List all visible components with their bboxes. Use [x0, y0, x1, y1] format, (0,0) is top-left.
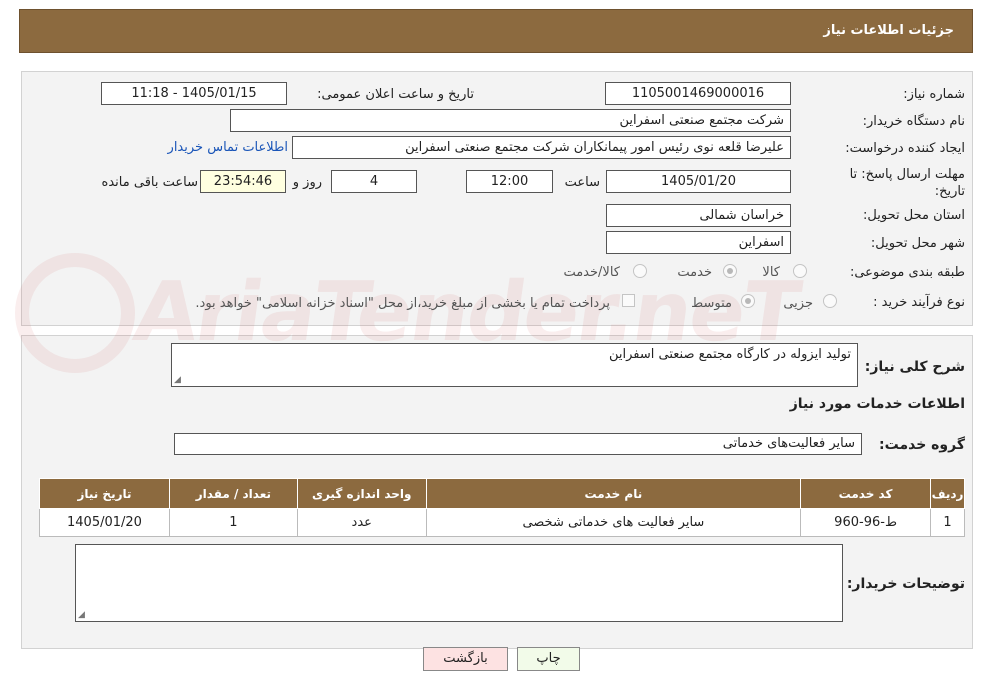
page-title: جزئیات اطلاعات نیاز: [823, 23, 954, 38]
col-row-number: ردیف: [930, 478, 965, 509]
treasury-note: پرداخت تمام یا بخشی از مبلغ خرید،از محل …: [195, 296, 610, 311]
service-group-field[interactable]: سایر فعالیت‌های خدماتی: [174, 433, 862, 455]
announce-datetime-field[interactable]: 1405/01/15 - 11:18: [101, 82, 287, 105]
buyer-notes-label: توضیحات خریدار:: [846, 576, 965, 592]
cell-service-name: سایر فعالیت های خدماتی شخصی: [425, 508, 802, 537]
resize-handle-icon[interactable]: ◢: [78, 610, 85, 620]
cell-unit: عدد: [296, 508, 427, 537]
summary-label: شرح کلی نیاز:: [864, 359, 965, 375]
buyer-notes-textarea[interactable]: ◢: [75, 544, 843, 622]
remaining-time-field: 23:54:46: [200, 170, 286, 193]
days-field[interactable]: 4: [331, 170, 417, 193]
buyer-org-label: نام دستگاه خریدار:: [862, 114, 965, 129]
table-header-row: ردیف کد خدمت نام خدمت واحد اندازه گیری ت…: [39, 478, 965, 509]
page-header: جزئیات اطلاعات نیاز: [19, 9, 973, 53]
announce-datetime-label: تاریخ و ساعت اعلان عمومی:: [317, 87, 474, 102]
city-field[interactable]: اسفراین: [606, 231, 791, 254]
need-number-field[interactable]: 1105001469000016: [605, 82, 791, 105]
province-label: استان محل تحویل:: [863, 208, 965, 223]
cell-need-date: 1405/01/20: [39, 508, 170, 537]
category-option-goods: کالا: [762, 265, 780, 280]
remaining-time-label: ساعت باقی مانده: [101, 175, 198, 190]
services-table: ردیف کد خدمت نام خدمت واحد اندازه گیری ت…: [39, 478, 965, 537]
summary-text: تولید ایزوله در کارگاه مجتمع صنعتی اسفرا…: [609, 347, 851, 362]
need-number-label: شماره نیاز:: [903, 87, 965, 102]
days-label: روز و: [292, 175, 322, 190]
province-field[interactable]: خراسان شمالی: [606, 204, 791, 227]
cell-row-number: 1: [930, 508, 965, 537]
purchase-option-medium: متوسط: [691, 296, 732, 311]
treasury-checkbox[interactable]: [622, 294, 635, 307]
requester-label: ایجاد کننده درخواست:: [845, 141, 965, 156]
category-radio-goods-service[interactable]: [633, 264, 647, 278]
purchase-radio-minor[interactable]: [823, 294, 837, 308]
summary-textarea[interactable]: تولید ایزوله در کارگاه مجتمع صنعتی اسفرا…: [171, 343, 858, 387]
back-button[interactable]: بازگشت: [423, 647, 508, 671]
buyer-org-field[interactable]: شرکت مجتمع صنعتی اسفراین: [230, 109, 791, 132]
col-service-code: کد خدمت: [800, 478, 932, 509]
print-button[interactable]: چاپ: [517, 647, 580, 671]
col-need-date: تاریخ نیاز: [39, 478, 170, 509]
deadline-label: مهلت ارسال پاسخ: تا تاریخ:: [849, 167, 965, 199]
category-option-goods-service: کالا/خدمت: [563, 265, 620, 280]
col-service-name: نام خدمت: [425, 478, 802, 509]
col-unit: واحد اندازه گیری: [296, 478, 427, 509]
col-quantity: تعداد / مقدار: [168, 478, 298, 509]
deadline-date-field[interactable]: 1405/01/20: [606, 170, 791, 193]
deadline-time-field[interactable]: 12:00: [466, 170, 553, 193]
category-radio-service[interactable]: [723, 264, 737, 278]
deadline-time-label: ساعت: [564, 175, 600, 190]
purchase-radio-medium[interactable]: [741, 294, 755, 308]
buyer-contact-link[interactable]: اطلاعات تماس خریدار: [168, 140, 288, 155]
cell-quantity: 1: [168, 508, 298, 537]
category-radio-goods[interactable]: [793, 264, 807, 278]
city-label: شهر محل تحویل:: [870, 236, 965, 251]
table-row: 1 ط-96-960 سایر فعالیت های خدماتی شخصی ع…: [39, 508, 965, 537]
purchase-option-minor: جزیی: [783, 296, 813, 311]
category-label: طبقه بندی موضوعی:: [849, 265, 965, 280]
service-group-label: گروه خدمت:: [879, 437, 965, 453]
requester-field[interactable]: علیرضا قلعه نوی رئیس امور پیمانکاران شرک…: [292, 136, 791, 159]
services-heading: اطلاعات خدمات مورد نیاز: [789, 396, 965, 412]
category-option-service: خدمت: [677, 265, 712, 280]
resize-handle-icon[interactable]: ◢: [174, 375, 181, 385]
purchase-type-label: نوع فرآیند خرید :: [873, 295, 965, 310]
cell-service-code: ط-96-960: [800, 508, 932, 537]
